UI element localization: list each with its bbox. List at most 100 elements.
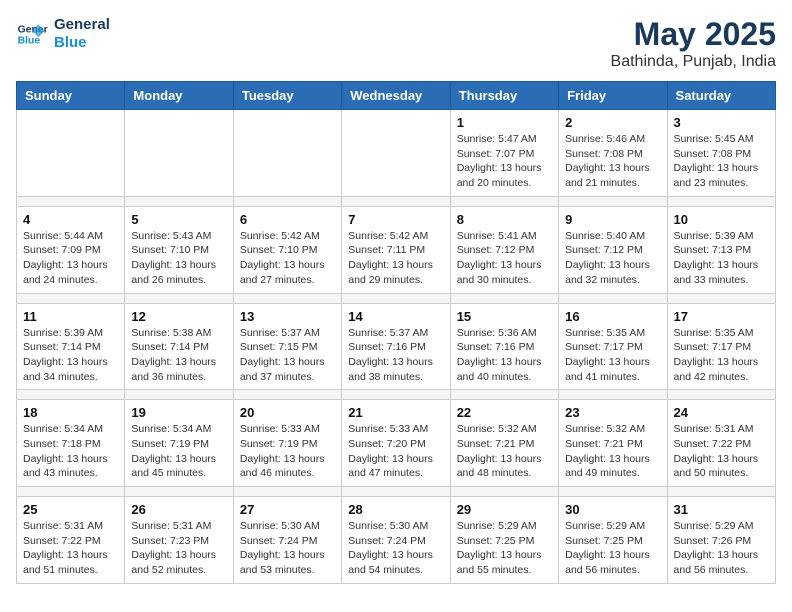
- day-info: Sunrise: 5:33 AMSunset: 7:20 PMDaylight:…: [348, 422, 443, 481]
- day-info: Sunrise: 5:33 AMSunset: 7:19 PMDaylight:…: [240, 422, 335, 481]
- day-number: 24: [674, 405, 769, 420]
- calendar-day-cell: 19Sunrise: 5:34 AMSunset: 7:19 PMDayligh…: [125, 400, 233, 487]
- calendar-day-cell: 28Sunrise: 5:30 AMSunset: 7:24 PMDayligh…: [342, 497, 450, 584]
- day-number: 7: [348, 212, 443, 227]
- day-number: 31: [674, 502, 769, 517]
- day-info: Sunrise: 5:31 AMSunset: 7:22 PMDaylight:…: [674, 422, 769, 481]
- separator-cell: [342, 487, 450, 497]
- calendar-day-cell: 9Sunrise: 5:40 AMSunset: 7:12 PMDaylight…: [559, 206, 667, 293]
- calendar-header-monday: Monday: [125, 82, 233, 110]
- calendar-day-cell: 27 Sunrise: 5:30 AMSunset: 7:24 PMDayligh…: [233, 497, 341, 584]
- logo-general: General: [54, 16, 110, 34]
- calendar-day-cell: 13 Sunrise: 5:37 AMSunset: 7:15 PMDayligh…: [233, 303, 341, 390]
- separator-cell: [342, 196, 450, 206]
- day-number: 9: [565, 212, 660, 227]
- day-number: 18: [23, 405, 118, 420]
- day-info: Sunrise: 5:39 AMSunset: 7:13 PMDaylight:…: [674, 229, 769, 288]
- day-number: 10: [674, 212, 769, 227]
- calendar-day-cell: 29Sunrise: 5:29 AMSunset: 7:25 PMDayligh…: [450, 497, 558, 584]
- day-number: 13: [240, 309, 335, 324]
- separator-cell: [233, 196, 341, 206]
- calendar-day-cell: 12 Sunrise: 5:38 AMSunset: 7:14 PMDayligh…: [125, 303, 233, 390]
- day-info: Sunrise: 5:38 AMSunset: 7:14 PMDaylight:…: [131, 326, 226, 385]
- day-info: Sunrise: 5:35 AMSunset: 7:17 PMDaylight:…: [674, 326, 769, 385]
- title-area: May 2025 Bathinda, Punjab, India: [611, 16, 776, 71]
- calendar-week-row: 4 Sunrise: 5:44 AMSunset: 7:09 PMDaylight…: [17, 206, 776, 293]
- separator-cell: [667, 196, 775, 206]
- calendar-header-thursday: Thursday: [450, 82, 558, 110]
- day-info: Sunrise: 5:29 AMSunset: 7:26 PMDaylight:…: [674, 519, 769, 578]
- day-info: Sunrise: 5:37 AMSunset: 7:15 PMDaylight:…: [240, 326, 335, 385]
- calendar-day-cell: 1Sunrise: 5:47 AMSunset: 7:07 PMDaylight…: [450, 110, 558, 197]
- day-info: Sunrise: 5:42 AMSunset: 7:11 PMDaylight:…: [348, 229, 443, 288]
- separator-cell: [559, 487, 667, 497]
- calendar-day-cell: 10 Sunrise: 5:39 AMSunset: 7:13 PMDayligh…: [667, 206, 775, 293]
- calendar-day-cell: 6Sunrise: 5:42 AMSunset: 7:10 PMDaylight…: [233, 206, 341, 293]
- calendar-day-cell: 21Sunrise: 5:33 AMSunset: 7:20 PMDayligh…: [342, 400, 450, 487]
- calendar-day-cell: 5 Sunrise: 5:43 AMSunset: 7:10 PMDaylight…: [125, 206, 233, 293]
- calendar-day-cell: 16 Sunrise: 5:35 AMSunset: 7:17 PMDayligh…: [559, 303, 667, 390]
- separator-cell: [233, 293, 341, 303]
- calendar-day-cell: 24 Sunrise: 5:31 AMSunset: 7:22 PMDayligh…: [667, 400, 775, 487]
- day-number: 27: [240, 502, 335, 517]
- calendar-day-cell: 15Sunrise: 5:36 AMSunset: 7:16 PMDayligh…: [450, 303, 558, 390]
- separator-cell: [450, 196, 558, 206]
- day-number: 23: [565, 405, 660, 420]
- day-number: 12: [131, 309, 226, 324]
- separator-cell: [233, 390, 341, 400]
- calendar-day-cell: 20Sunrise: 5:33 AMSunset: 7:19 PMDayligh…: [233, 400, 341, 487]
- separator-cell: [125, 196, 233, 206]
- calendar-week-row: 1Sunrise: 5:47 AMSunset: 7:07 PMDaylight…: [17, 110, 776, 197]
- day-number: 17: [674, 309, 769, 324]
- separator-cell: [559, 293, 667, 303]
- day-info: Sunrise: 5:34 AMSunset: 7:19 PMDaylight:…: [131, 422, 226, 481]
- day-info: Sunrise: 5:30 AMSunset: 7:24 PMDaylight:…: [240, 519, 335, 578]
- day-info: Sunrise: 5:43 AMSunset: 7:10 PMDaylight:…: [131, 229, 226, 288]
- calendar-day-cell: 31 Sunrise: 5:29 AMSunset: 7:26 PMDayligh…: [667, 497, 775, 584]
- logo: General Blue General Blue: [16, 16, 110, 52]
- logo-icon: General Blue: [16, 18, 48, 50]
- calendar-day-cell: 2Sunrise: 5:46 AMSunset: 7:08 PMDaylight…: [559, 110, 667, 197]
- day-info: Sunrise: 5:35 AMSunset: 7:17 PMDaylight:…: [565, 326, 660, 385]
- day-number: 4: [23, 212, 118, 227]
- day-info: Sunrise: 5:44 AMSunset: 7:09 PMDaylight:…: [23, 229, 118, 288]
- calendar-day-cell: 30 Sunrise: 5:29 AMSunset: 7:25 PMDayligh…: [559, 497, 667, 584]
- calendar-day-cell: [125, 110, 233, 197]
- day-number: 30: [565, 502, 660, 517]
- separator-cell: [667, 487, 775, 497]
- calendar-day-cell: 26Sunrise: 5:31 AMSunset: 7:23 PMDayligh…: [125, 497, 233, 584]
- day-info: Sunrise: 5:47 AMSunset: 7:07 PMDaylight:…: [457, 132, 552, 191]
- separator-cell: [450, 293, 558, 303]
- day-number: 15: [457, 309, 552, 324]
- day-info: Sunrise: 5:29 AMSunset: 7:25 PMDaylight:…: [565, 519, 660, 578]
- separator-cell: [233, 487, 341, 497]
- day-number: 16: [565, 309, 660, 324]
- calendar-day-cell: [17, 110, 125, 197]
- day-number: 25: [23, 502, 118, 517]
- separator-cell: [125, 487, 233, 497]
- calendar-day-cell: 4 Sunrise: 5:44 AMSunset: 7:09 PMDaylight…: [17, 206, 125, 293]
- logo-blue: Blue: [54, 34, 110, 52]
- day-info: Sunrise: 5:37 AMSunset: 7:16 PMDaylight:…: [348, 326, 443, 385]
- page-header: General Blue General Blue May 2025 Bathi…: [16, 16, 776, 71]
- day-info: Sunrise: 5:31 AMSunset: 7:22 PMDaylight:…: [23, 519, 118, 578]
- separator-cell: [559, 196, 667, 206]
- separator-cell: [667, 293, 775, 303]
- calendar-header-saturday: Saturday: [667, 82, 775, 110]
- day-number: 28: [348, 502, 443, 517]
- separator-cell: [17, 487, 125, 497]
- calendar-day-cell: 8Sunrise: 5:41 AMSunset: 7:12 PMDaylight…: [450, 206, 558, 293]
- day-info: Sunrise: 5:29 AMSunset: 7:25 PMDaylight:…: [457, 519, 552, 578]
- calendar-day-cell: [233, 110, 341, 197]
- day-info: Sunrise: 5:45 AMSunset: 7:08 PMDaylight:…: [674, 132, 769, 191]
- calendar-header-wednesday: Wednesday: [342, 82, 450, 110]
- svg-text:Blue: Blue: [18, 36, 41, 47]
- separator-cell: [450, 487, 558, 497]
- day-info: Sunrise: 5:34 AMSunset: 7:18 PMDaylight:…: [23, 422, 118, 481]
- day-info: Sunrise: 5:32 AMSunset: 7:21 PMDaylight:…: [565, 422, 660, 481]
- calendar-day-cell: 17 Sunrise: 5:35 AMSunset: 7:17 PMDayligh…: [667, 303, 775, 390]
- day-number: 8: [457, 212, 552, 227]
- calendar-header-row: SundayMondayTuesdayWednesdayThursdayFrid…: [17, 82, 776, 110]
- day-number: 5: [131, 212, 226, 227]
- separator-cell: [125, 390, 233, 400]
